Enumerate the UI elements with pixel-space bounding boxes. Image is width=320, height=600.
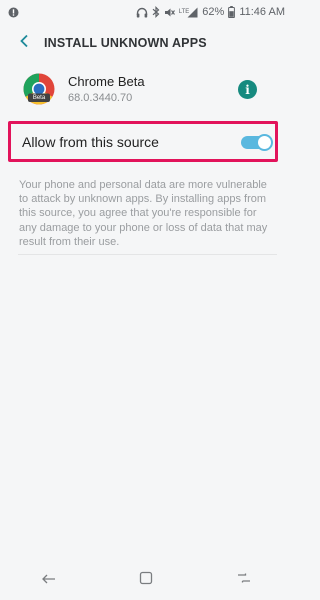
signal-icon: LTE — [179, 7, 199, 18]
app-bar: INSTALL UNKNOWN APPS — [0, 24, 293, 62]
battery-percent: 62% — [202, 6, 225, 18]
status-bar: LTE 62% 11:46 AM — [0, 0, 293, 24]
chrome-beta-icon: Beta — [22, 72, 56, 106]
nav-back-button[interactable] — [29, 560, 69, 600]
nav-recents-button[interactable] — [224, 560, 264, 600]
bluetooth-icon — [152, 6, 160, 18]
back-button[interactable] — [4, 24, 44, 62]
app-info-button[interactable]: i — [238, 80, 257, 99]
headphones-icon — [136, 7, 148, 18]
clock: 11:46 AM — [239, 6, 285, 18]
home-icon — [139, 571, 153, 590]
toggle-thumb — [256, 134, 273, 151]
battery-icon — [228, 6, 236, 18]
info-icon: i — [245, 82, 250, 97]
page-title: INSTALL UNKNOWN APPS — [44, 36, 207, 50]
mute-icon — [164, 7, 175, 18]
app-name: Chrome Beta — [68, 74, 145, 89]
status-left — [8, 7, 19, 18]
back-arrow-icon — [19, 34, 29, 53]
back-icon — [41, 571, 56, 589]
allow-from-source-row[interactable]: Allow from this source — [8, 121, 278, 162]
navigation-bar — [0, 560, 293, 600]
app-info-row: Beta Chrome Beta 68.0.3440.70 i — [0, 66, 293, 112]
divider — [18, 254, 277, 255]
nav-home-button[interactable] — [126, 560, 166, 600]
app-version: 68.0.3440.70 — [68, 92, 133, 104]
beta-badge-label: Beta — [32, 94, 46, 101]
status-right: LTE 62% 11:46 AM — [136, 6, 285, 18]
warning-description: Your phone and personal data are more vu… — [19, 179, 268, 248]
allow-from-source-toggle[interactable] — [241, 134, 273, 151]
recents-icon — [237, 571, 251, 589]
alert-icon — [8, 7, 19, 18]
app-text: Chrome Beta 68.0.3440.70 — [68, 74, 145, 104]
allow-from-source-label: Allow from this source — [22, 133, 159, 150]
